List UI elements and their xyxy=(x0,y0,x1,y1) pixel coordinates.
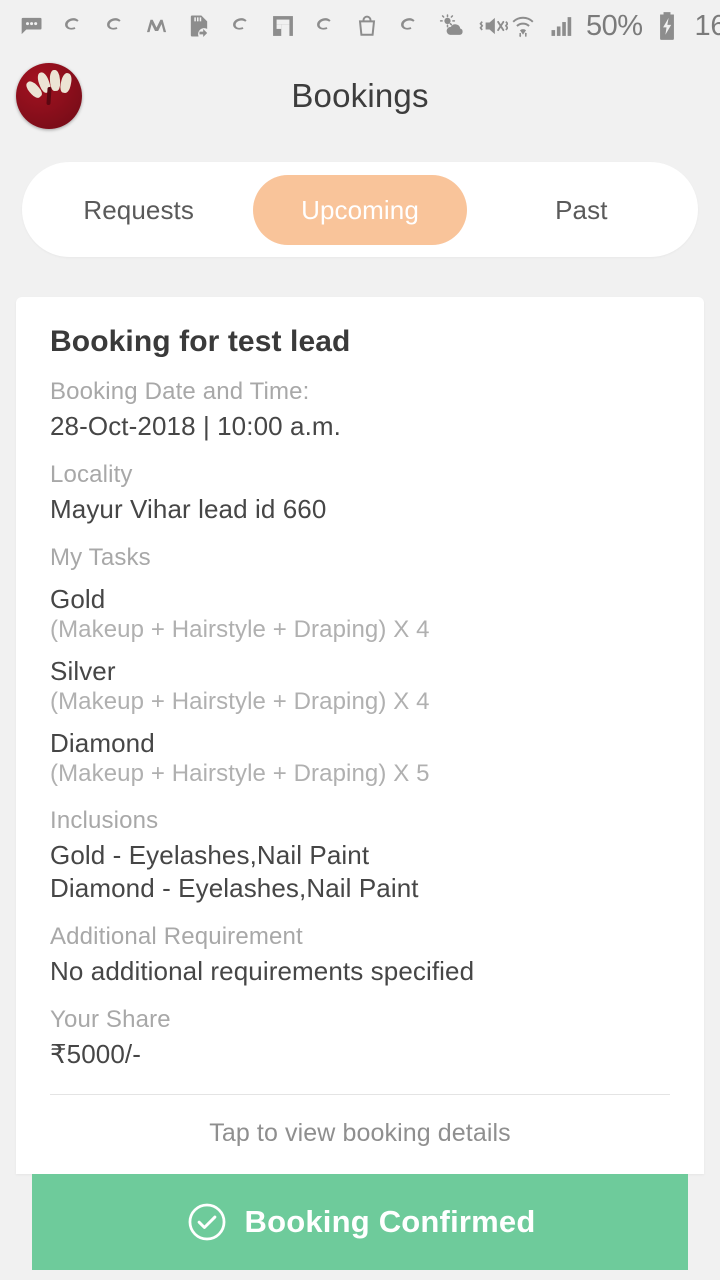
locality-label: Locality xyxy=(50,461,133,488)
tab-requests[interactable]: Requests xyxy=(32,175,245,245)
vibrate-mute-icon xyxy=(478,11,508,41)
task-name: Silver xyxy=(50,656,116,686)
my-tasks-label: My Tasks xyxy=(50,544,151,571)
clock-label: 16:05 xyxy=(694,9,720,42)
status-bar-notification-icons xyxy=(16,11,508,41)
inclusions-label: Inclusions xyxy=(50,807,159,834)
tab-upcoming[interactable]: Upcoming xyxy=(253,174,467,245)
battery-percent-label: 50% xyxy=(586,9,643,42)
wifi-icon xyxy=(508,11,538,41)
sd-card-transfer-icon xyxy=(184,11,214,41)
task-item: Gold (Makeup + Hairstyle + Draping) X 4 xyxy=(50,584,670,644)
battery-charging-icon xyxy=(652,11,682,41)
glide-g-icon-3 xyxy=(226,11,256,41)
page-title: Bookings xyxy=(291,77,429,114)
messages-icon xyxy=(16,11,46,41)
booking-date-time-value: 28-Oct-2018 | 10:00 a.m. xyxy=(50,411,341,441)
status-bar-system-icons: 50% 16:05 xyxy=(508,10,720,43)
task-detail: (Makeup + Hairstyle + Draping) X 5 xyxy=(50,760,430,787)
next-booking-container: Booking for John xyxy=(0,1270,720,1280)
inclusion-item: Gold - Eyelashes,Nail Paint xyxy=(50,840,370,870)
flipboard-icon xyxy=(268,11,298,41)
cellular-signal-icon xyxy=(547,11,577,41)
booking-date-time-label: Booking Date and Time: xyxy=(50,378,310,405)
task-item: Diamond (Makeup + Hairstyle + Draping) X… xyxy=(50,728,670,788)
additional-requirement-label: Additional Requirement xyxy=(50,923,303,950)
shopping-bag-icon xyxy=(352,11,382,41)
logo-nail-4 xyxy=(59,72,73,94)
bookings-list: Booking for test lead Booking Date and T… xyxy=(0,257,720,1270)
inclusion-item: Diamond - Eyelashes,Nail Paint xyxy=(50,873,419,903)
glide-g-icon-5 xyxy=(394,11,424,41)
booking-status-banner[interactable]: Booking Confirmed xyxy=(32,1174,688,1270)
tabs-container: Requests Upcoming Past xyxy=(0,140,720,257)
locality-value: Mayur Vihar lead id 660 xyxy=(50,494,327,524)
booking-card-title: Booking for test lead xyxy=(50,325,351,358)
additional-requirement-value: No additional requirements specified xyxy=(50,956,475,986)
glide-g-icon-2 xyxy=(100,11,130,41)
gmail-m-icon xyxy=(142,11,172,41)
check-circle-icon xyxy=(185,1200,229,1244)
booking-status-label: Booking Confirmed xyxy=(244,1204,536,1239)
tab-past[interactable]: Past xyxy=(475,175,688,245)
weather-partly-cloudy-icon xyxy=(436,11,466,41)
your-share-label: Your Share xyxy=(50,1006,171,1033)
task-name: Diamond xyxy=(50,728,155,758)
logo-palm xyxy=(46,86,52,106)
your-share-value: ₹5000/- xyxy=(50,1039,141,1069)
tap-to-view-details[interactable]: Tap to view booking details xyxy=(50,1095,670,1174)
glide-g-icon-4 xyxy=(310,11,340,41)
task-item: Silver (Makeup + Hairstyle + Draping) X … xyxy=(50,656,670,716)
status-bar: 50% 16:05 xyxy=(0,0,720,52)
task-name: Gold xyxy=(50,584,106,614)
task-detail: (Makeup + Hairstyle + Draping) X 4 xyxy=(50,688,430,715)
app-logo[interactable] xyxy=(16,63,82,129)
booking-card[interactable]: Booking for test lead Booking Date and T… xyxy=(16,297,704,1174)
task-detail: (Makeup + Hairstyle + Draping) X 4 xyxy=(50,616,430,643)
app-header: Bookings xyxy=(0,52,720,140)
tab-bar: Requests Upcoming Past xyxy=(22,162,698,257)
glide-g-icon-1 xyxy=(58,11,88,41)
